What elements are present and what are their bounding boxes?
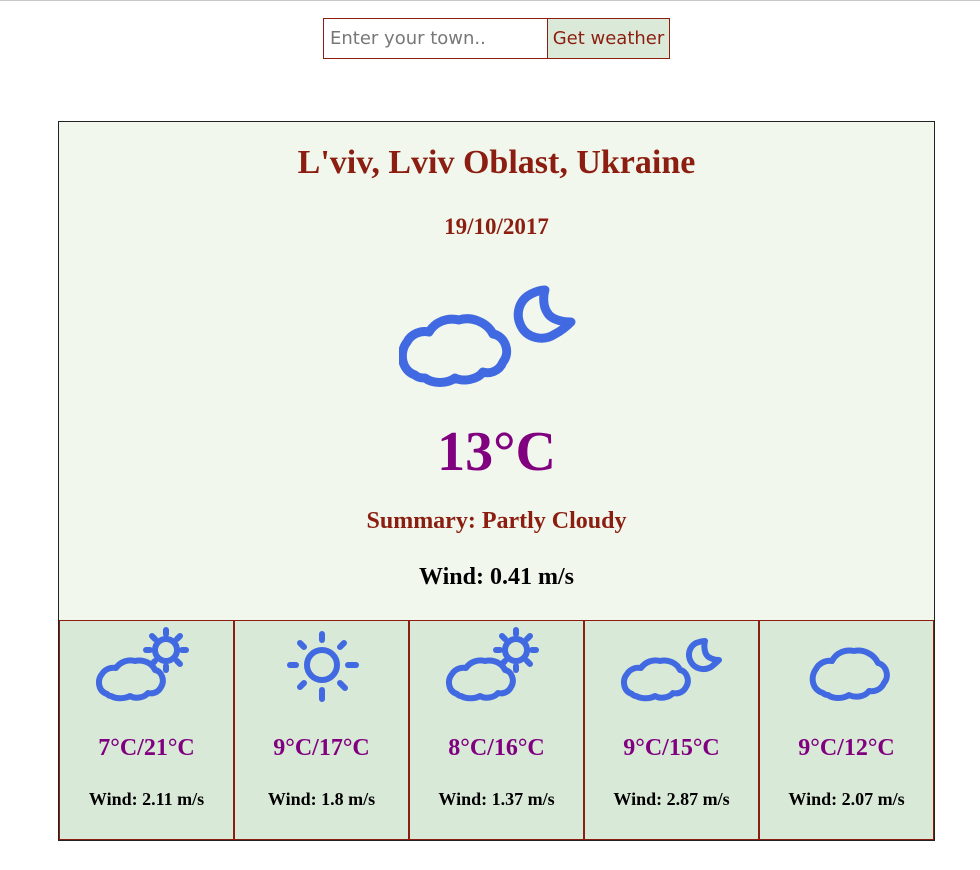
forecast-wind: Wind: 2.87 m/s: [613, 789, 730, 809]
location-title: L'viv, Lviv Oblast, Ukraine: [297, 144, 696, 181]
forecast-temperature-range: 9°C/17°C: [273, 735, 370, 761]
town-search-input[interactable]: [323, 18, 548, 59]
current-temperature: 13°C: [437, 421, 556, 483]
forecast-wind: Wind: 1.37 m/s: [438, 789, 555, 809]
forecast-wind: Wind: 2.11 m/s: [88, 789, 205, 809]
partly-cloudy-day-icon: [446, 627, 539, 702]
forecast-wind: Wind: 1.8 m/s: [267, 789, 376, 809]
partly-cloudy-day-icon: [96, 627, 189, 702]
forecast-day: 9°C/17°C Wind: 1.8 m/s: [234, 620, 409, 840]
weather-card: L'viv, Lviv Oblast, Ukraine 19/10/2017 1…: [58, 121, 935, 841]
forecast-temperature-range: 9°C/12°C: [798, 735, 895, 761]
clear-day-icon: [287, 631, 359, 702]
partly-cloudy-night-icon: [399, 285, 576, 387]
current-wind: Wind: 0.41 m/s: [419, 564, 574, 590]
partly-cloudy-night-icon: [621, 638, 722, 702]
cloudy-icon: [809, 647, 890, 701]
forecast-wind: Wind: 2.07 m/s: [788, 789, 905, 809]
search-form: Get weather: [323, 18, 670, 59]
forecast-temperature-range: 7°C/21°C: [98, 735, 195, 761]
top-divider: [0, 0, 980, 1]
current-weather-panel: L'viv, Lviv Oblast, Ukraine 19/10/2017 1…: [59, 122, 934, 620]
weather-summary: Summary: Partly Cloudy: [366, 508, 627, 534]
forecast-day: 8°C/16°C Wind: 1.37 m/s: [409, 620, 584, 840]
current-date: 19/10/2017: [444, 214, 549, 239]
forecast-row: 7°C/21°C Wind: 2.11 m/s 9°C/17°C Wind: 1: [59, 620, 934, 840]
forecast-day: 9°C/12°C Wind: 2.07 m/s: [759, 620, 934, 840]
forecast-day: 9°C/15°C Wind: 2.87 m/s: [584, 620, 759, 840]
forecast-temperature-range: 8°C/16°C: [448, 735, 545, 761]
forecast-day: 7°C/21°C Wind: 2.11 m/s: [59, 620, 234, 840]
get-weather-button[interactable]: Get weather: [548, 18, 670, 59]
forecast-temperature-range: 9°C/15°C: [623, 735, 720, 761]
